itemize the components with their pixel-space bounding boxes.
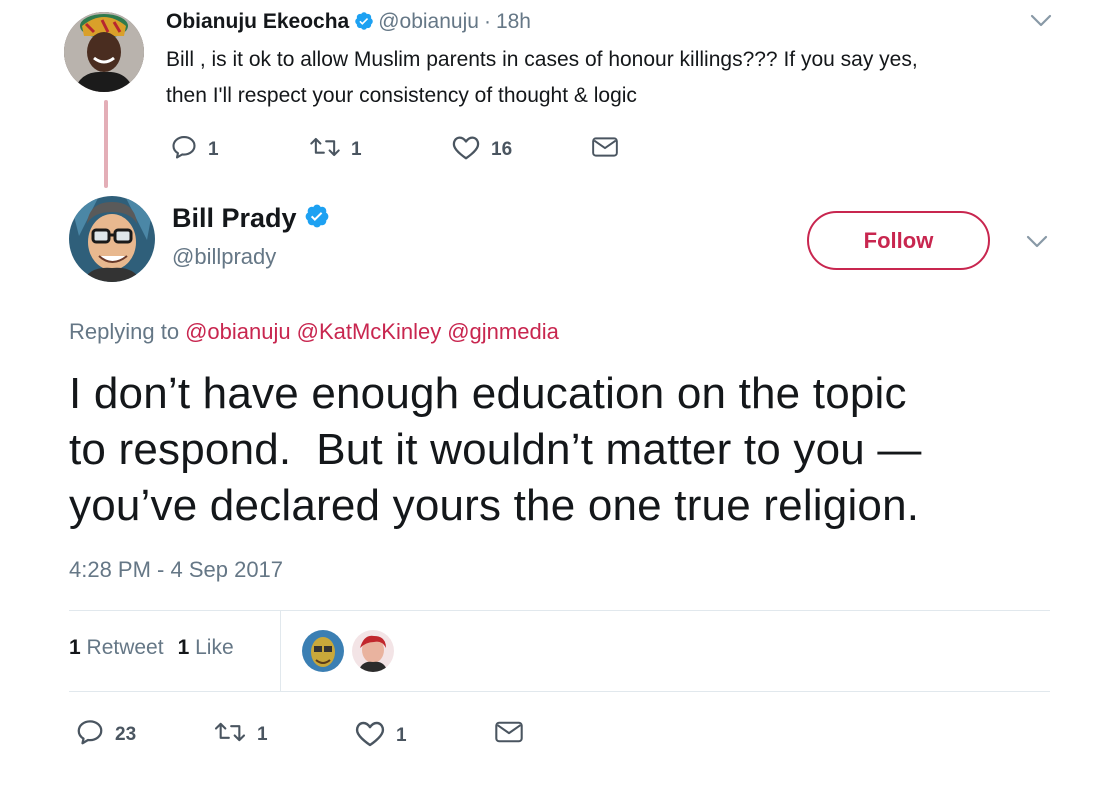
replying-to-line: Replying to @obianuju @KatMcKinley @gjnmedi… [69,319,559,345]
avatar-thumbnail-icon [302,630,344,672]
thread-connector-line [104,100,108,188]
retweets-stat[interactable]: 1 Retweet [69,636,164,659]
chevron-down-icon[interactable] [1026,235,1048,254]
retweets-label: Retweet [86,636,164,659]
parent-tweet-text: Bill , is it ok to allow Muslim parents … [166,42,1066,114]
main-author-name[interactable]: Bill Prady [172,203,334,236]
retweet-icon [213,718,247,751]
main-reply-button[interactable]: 23 [75,717,136,752]
parent-tweet-text-line: then I'll respect your consistency of th… [166,84,637,107]
main-like-button[interactable]: 1 [354,718,407,753]
header-separator: · [483,10,491,33]
avatar-thumbnail-icon [352,630,394,672]
avatar-cartoon-icon [69,196,155,282]
main-retweet-button[interactable]: 1 [213,718,268,751]
likes-label: Like [195,636,234,659]
parent-tweet-time[interactable]: 18h [496,10,531,33]
like-icon [354,718,386,753]
stats-divider [280,611,281,691]
parent-retweet-button[interactable]: 1 [309,133,362,166]
parent-tweet-header: Obianuju Ekeocha @obianuju · 18h [166,8,531,39]
main-author-handle[interactable]: @billprady [172,244,276,270]
parent-like-button[interactable]: 16 [451,133,512,166]
parent-author-avatar[interactable] [64,12,144,92]
main-tweet-text-line: you’ve declared yours the one true relig… [69,481,920,530]
liker-avatar[interactable] [352,630,394,672]
main-reply-count: 23 [115,723,137,745]
divider [69,691,1050,692]
parent-tweet-text-line: Bill , is it ok to allow Muslim parents … [166,48,918,71]
retweeter-avatar[interactable] [302,630,344,672]
main-tweet-text: I don’t have enough education on the top… [69,366,1109,534]
follow-button[interactable]: Follow [807,211,990,270]
verified-badge-icon [354,11,374,39]
reply-icon [170,133,198,166]
retweets-count: 1 [69,636,81,659]
main-tweet-text-line: to respond. But it wouldn’t matter to yo… [69,425,922,474]
mention-link[interactable]: @obianuju [185,319,291,344]
avatar-portrait-icon [64,12,144,92]
parent-author-handle[interactable]: @obianuju [378,10,479,33]
engagement-stats: 1 Retweet 1 Like [69,636,234,660]
divider [69,610,1050,611]
parent-author-name[interactable]: Obianuju Ekeocha [166,10,349,33]
message-icon [591,134,619,165]
retweet-icon [309,133,341,166]
main-author-avatar[interactable] [69,196,155,282]
main-message-button[interactable] [494,718,524,751]
mention-link[interactable]: @KatMcKinley [297,319,442,344]
main-author-name-text[interactable]: Bill Prady [172,203,297,233]
main-tweet-timestamp[interactable]: 4:28 PM - 4 Sep 2017 [69,557,283,583]
parent-reply-count: 1 [208,138,219,160]
parent-message-button[interactable] [591,134,619,165]
parent-like-count: 16 [491,138,513,160]
message-icon [494,718,524,751]
main-retweet-count: 1 [257,723,268,745]
replying-to-label: Replying to [69,319,180,344]
main-tweet-text-line: I don’t have enough education on the top… [69,369,907,418]
main-like-count: 1 [396,724,407,746]
verified-badge-icon [304,203,330,236]
reply-icon [75,717,105,752]
chevron-down-icon[interactable] [1030,14,1052,33]
parent-reply-button[interactable]: 1 [170,133,219,166]
parent-retweet-count: 1 [351,138,362,160]
like-icon [451,133,481,166]
likes-count: 1 [177,636,190,659]
likes-stat[interactable]: 1 Like [178,636,234,659]
mention-link[interactable]: @gjnmedia [447,319,559,344]
